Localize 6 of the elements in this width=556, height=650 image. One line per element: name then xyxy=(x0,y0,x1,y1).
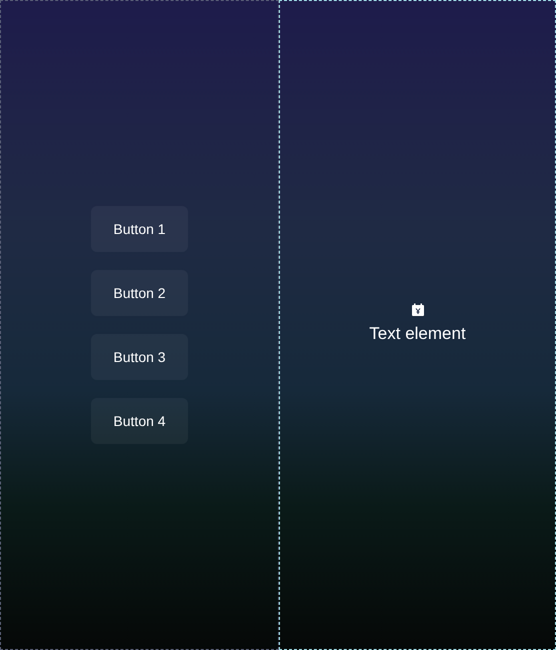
calendar-icon xyxy=(410,303,424,318)
panel-button[interactable]: Button 1 xyxy=(91,206,188,252)
panel-button[interactable]: Button 4 xyxy=(91,398,188,444)
panel-button[interactable]: Button 2 xyxy=(91,270,188,316)
panel-button[interactable]: Button 3 xyxy=(91,334,188,380)
text-element: Text element xyxy=(369,323,466,346)
